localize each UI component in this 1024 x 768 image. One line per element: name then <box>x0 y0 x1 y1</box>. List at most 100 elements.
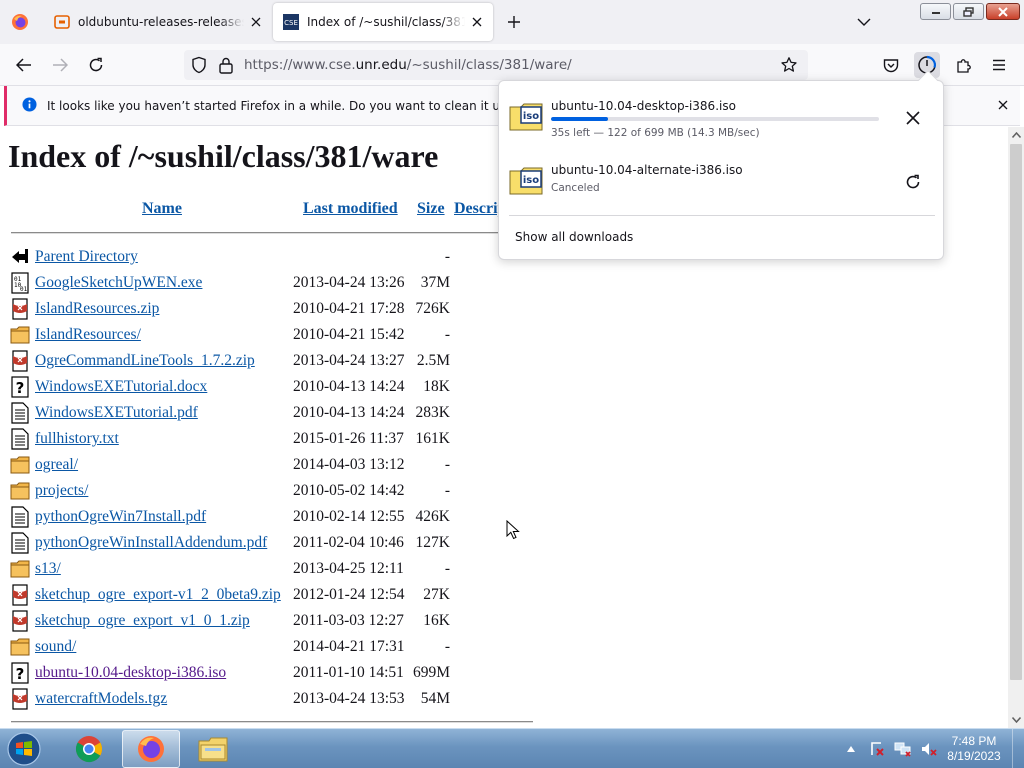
hamburger-menu-icon <box>993 59 1005 71</box>
scrollbar-thumb[interactable] <box>1010 144 1022 680</box>
file-size: 2.5M <box>416 352 450 369</box>
file-modified-date: 2012-01-24 12:54 <box>293 586 405 603</box>
tracking-protection-shield-icon[interactable] <box>190 56 208 74</box>
file-size: 726K <box>415 300 450 317</box>
close-tab-icon[interactable] <box>465 10 489 34</box>
file-row: fullhistory.txt 2015-01-26 11:37 161K <box>0 427 500 453</box>
file-link[interactable]: OgreCommandLineTools_1.7.2.zip <box>35 352 255 370</box>
file-modified-date: 2010-04-13 14:24 <box>293 378 405 395</box>
file-link[interactable]: GoogleSketchUpWEN.exe <box>35 274 202 292</box>
taskbar-explorer[interactable] <box>184 730 242 768</box>
close-window-button[interactable] <box>986 3 1020 20</box>
bookmark-star-icon[interactable] <box>780 56 798 74</box>
file-modified-date: 2010-04-21 15:42 <box>293 326 405 343</box>
file-link[interactable]: pythonOgreWin7Install.pdf <box>35 508 206 526</box>
close-notification-icon[interactable] <box>993 95 1013 115</box>
reload-button[interactable] <box>83 52 109 78</box>
file-link[interactable]: sound/ <box>35 638 76 656</box>
volume-muted-icon[interactable] <box>918 738 940 760</box>
file-modified-date: 2010-04-21 17:28 <box>293 300 405 317</box>
file-size: - <box>444 248 450 265</box>
start-button[interactable] <box>4 730 44 768</box>
file-size: - <box>444 560 450 577</box>
text-file-icon <box>10 402 30 424</box>
text-file-icon <box>10 428 30 450</box>
tab-index-ware[interactable]: CSE Index of /~sushil/class/381/ware <box>273 3 493 41</box>
file-link[interactable]: projects/ <box>35 482 88 500</box>
file-link[interactable]: IslandResources/ <box>35 326 141 344</box>
firefox-icon <box>138 736 164 762</box>
restore-icon <box>962 6 974 17</box>
file-size: 54M <box>420 690 450 707</box>
clock[interactable]: 7:48 PM 8/19/2023 <box>942 734 1006 764</box>
vertical-scrollbar[interactable] <box>1008 127 1024 728</box>
show-hidden-icons-button[interactable] <box>840 738 862 760</box>
file-link[interactable]: fullhistory.txt <box>35 430 119 448</box>
minimize-button[interactable] <box>920 3 951 20</box>
sort-by-modified-link[interactable]: Last modified <box>303 200 398 218</box>
folder-icon <box>10 636 30 658</box>
file-row: WindowsEXETutorial.pdf 2010-04-13 14:24 28… <box>0 401 500 427</box>
extensions-button[interactable] <box>951 52 977 78</box>
action-center-icon[interactable] <box>866 738 888 760</box>
address-bar[interactable]: https://www.cse.unr.edu/~sushil/class/38… <box>184 50 808 80</box>
file-modified-date: 2013-04-24 13:27 <box>293 352 405 369</box>
sort-by-name-link[interactable]: Name <box>142 200 182 218</box>
retry-download-button[interactable] <box>897 166 929 198</box>
tab-title: oldubuntu-releases-releases-10 <box>78 15 244 29</box>
file-link[interactable]: WindowsEXETutorial.pdf <box>35 404 198 422</box>
network-icon[interactable] <box>892 738 914 760</box>
download-filename: ubuntu-10.04-alternate-i386.iso <box>551 163 743 177</box>
lock-icon[interactable] <box>218 56 234 74</box>
file-link[interactable]: WindowsEXETutorial.docx <box>35 378 207 396</box>
file-size: 699M <box>412 664 450 681</box>
pocket-button[interactable] <box>878 52 904 78</box>
back-button[interactable] <box>11 52 37 78</box>
file-modified-date: 2013-04-24 13:26 <box>293 274 405 291</box>
folder-icon <box>10 454 30 476</box>
file-link[interactable]: ubuntu-10.04-desktop-i386.iso <box>35 664 226 682</box>
taskbar-firefox[interactable] <box>122 730 180 768</box>
tab-oldubuntu[interactable]: oldubuntu-releases-releases-10 <box>44 3 272 41</box>
close-icon <box>998 6 1008 17</box>
close-tab-icon[interactable] <box>244 10 268 34</box>
downloads-panel: iso ubuntu-10.04-desktop-i386.iso 35s le… <box>498 70 944 260</box>
list-all-tabs-button[interactable] <box>852 10 876 34</box>
clock-date: 8/19/2023 <box>947 749 1001 763</box>
scroll-up-button[interactable] <box>1008 127 1024 143</box>
close-icon <box>906 111 920 125</box>
download-item[interactable]: iso ubuntu-10.04-alternate-i386.iso Canc… <box>507 153 935 213</box>
file-link[interactable]: s13/ <box>35 560 61 578</box>
forward-arrow-icon <box>53 58 68 72</box>
firefox-menu-icon[interactable] <box>11 13 29 31</box>
file-link[interactable]: ogreal/ <box>35 456 78 474</box>
file-link[interactable]: IslandResources.zip <box>35 300 159 318</box>
forward-button[interactable] <box>47 52 73 78</box>
show-desktop-button[interactable] <box>1012 729 1024 768</box>
restore-button[interactable] <box>953 3 984 20</box>
url-text[interactable]: https://www.cse.unr.edu/~sushil/class/38… <box>244 57 572 73</box>
download-filename: ubuntu-10.04-desktop-i386.iso <box>551 99 736 113</box>
triangle-up-icon <box>847 746 855 752</box>
cancel-download-button[interactable] <box>897 102 929 134</box>
download-status: Canceled <box>551 182 600 194</box>
parent-dir-icon <box>10 246 30 268</box>
new-tab-button[interactable] <box>502 10 526 34</box>
taskbar-chrome[interactable] <box>60 730 118 768</box>
file-modified-date: 2010-04-13 14:24 <box>293 404 405 421</box>
file-link[interactable]: Parent Directory <box>35 248 138 266</box>
file-link[interactable]: pythonOgreWinInstallAddendum.pdf <box>35 534 267 552</box>
text-file-icon <box>10 532 30 554</box>
file-link[interactable]: sketchup_ogre_export-v1_2_0beta9.zip <box>35 586 281 604</box>
file-size: 37M <box>420 274 450 291</box>
show-all-downloads-link[interactable]: Show all downloads <box>515 230 633 244</box>
file-modified-date: 2014-04-03 13:12 <box>293 456 405 473</box>
sort-by-size-link[interactable]: Size <box>417 200 445 218</box>
retry-icon <box>906 174 920 189</box>
clock-time: 7:48 PM <box>951 734 997 748</box>
app-menu-button[interactable] <box>986 52 1012 78</box>
download-item[interactable]: iso ubuntu-10.04-desktop-i386.iso 35s le… <box>507 89 935 149</box>
file-link[interactable]: sketchup_ogre_export_v1_0_1.zip <box>35 612 250 630</box>
scroll-down-button[interactable] <box>1008 712 1024 728</box>
file-link[interactable]: watercraftModels.tgz <box>35 690 167 708</box>
